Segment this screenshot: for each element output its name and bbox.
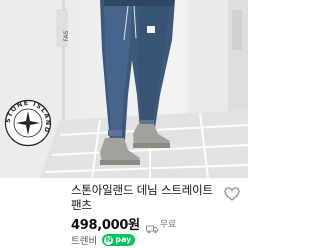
- tag-label: FAS: [63, 30, 70, 41]
- npay-icon: N pay: [102, 234, 136, 246]
- price-row: 498,000원 무료: [71, 215, 177, 233]
- heart-icon[interactable]: [224, 186, 240, 201]
- price: 498,000원: [71, 217, 140, 233]
- product-image[interactable]: FAS: [0, 0, 248, 178]
- npay-label: pay: [115, 235, 132, 244]
- product-title[interactable]: 스톤아일랜드 데님 스트레이트 팬츠: [71, 183, 221, 213]
- brand-logo: STONE ISLAND: [4, 99, 52, 147]
- shipping-label: 무료: [159, 219, 177, 230]
- truck-icon: [145, 219, 158, 233]
- store-name[interactable]: 트렌비: [71, 233, 97, 247]
- store-row: 트렌비 N pay: [71, 233, 136, 247]
- npay-n-mark: N: [104, 235, 114, 245]
